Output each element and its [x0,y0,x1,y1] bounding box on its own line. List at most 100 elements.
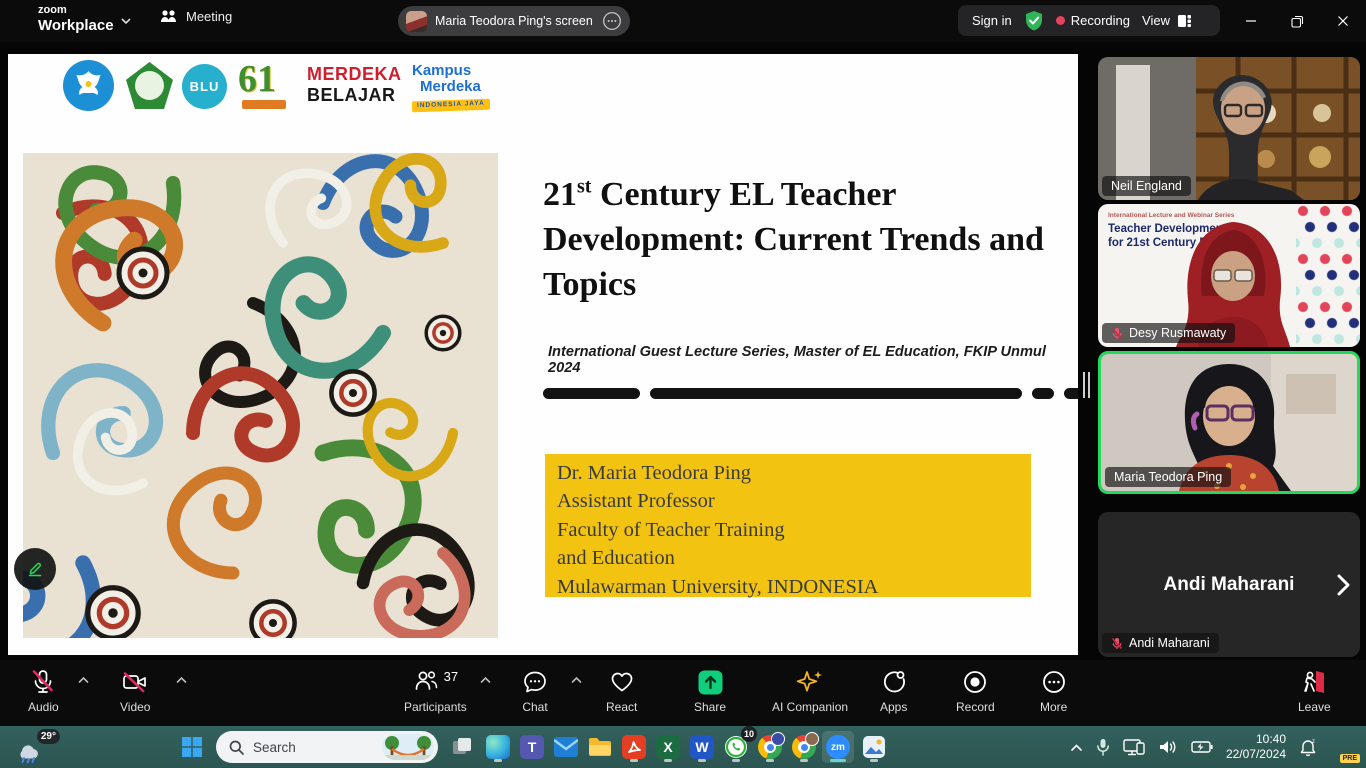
leave-button[interactable]: Leave [1298,668,1331,714]
copilot-pre-badge: PRE [1340,754,1360,763]
view-button[interactable]: View [1142,13,1192,28]
recording-dot-icon [1056,16,1065,25]
pencil-icon [25,559,45,579]
minimize-button[interactable] [1228,0,1274,42]
chat-label: Chat [522,700,547,714]
search-daily-image[interactable] [382,734,434,760]
whatsapp-icon[interactable]: 10 [720,731,752,763]
participant-name: Neil England [1111,179,1182,193]
zoom-app-icon[interactable]: zm [822,731,854,763]
belajar-word: BELAJAR [307,86,402,104]
tray-time: 10:40 [1226,732,1286,747]
participant-name: Maria Teodora Ping [1114,470,1222,484]
tray-expand-chevron-icon[interactable] [1070,743,1083,752]
taskbar-search[interactable]: Search [216,731,438,763]
divider-segment [1032,388,1054,399]
chat-options-chevron-icon[interactable] [571,676,582,684]
participant-name: Desy Rusmawaty [1129,326,1226,340]
apps-button[interactable]: Apps [880,668,907,714]
restore-button[interactable] [1274,0,1320,42]
audio-options-chevron-icon[interactable] [78,676,89,684]
record-button[interactable]: Record [956,668,995,714]
share-button[interactable]: Share [694,668,726,714]
kampus-merdeka-logo: Kampus Merdeka INDONESIA JAYA [412,63,490,111]
participant-tile-maria[interactable]: Maria Teodora Ping [1098,351,1360,494]
chat-button[interactable]: Chat [522,668,548,714]
file-explorer-icon[interactable] [584,731,616,763]
participant-tile-neil[interactable]: Neil England [1098,57,1360,200]
teams-icon[interactable]: T [516,731,548,763]
kampus-word: Kampus [412,63,490,78]
security-shield-icon[interactable] [1024,10,1044,32]
chrome-icon[interactable] [754,731,786,763]
tray-mic-icon[interactable] [1096,738,1110,756]
participant-tile-andi[interactable]: Andi Maharani Andi Maharani [1098,512,1360,657]
notification-bell-icon[interactable]: z [1299,738,1317,757]
share-screen-icon [697,669,724,696]
slide-subtitle: International Guest Lecture Series, Mast… [548,344,1048,376]
mail-icon[interactable] [550,731,582,763]
tab-meeting[interactable]: Meeting [160,9,232,24]
sidebar-resize-handle[interactable] [1081,367,1091,403]
photos-icon[interactable] [858,731,890,763]
video-label: Video [120,700,150,714]
recording-label: Recording [1071,13,1130,28]
annotate-button[interactable] [14,548,56,590]
slide-logo-row: BLU 61 MERDEKA BELAJAR Kampus Merdeka IN… [8,54,1078,124]
acrobat-icon[interactable] [618,731,650,763]
word-icon[interactable]: W [686,731,718,763]
sign-in-button[interactable]: Sign in [972,13,1012,28]
recording-indicator: Recording [1056,13,1130,28]
ai-sparkle-icon [795,669,825,696]
ai-companion-button[interactable]: AI Companion [772,668,848,714]
edge-icon[interactable] [482,731,514,763]
speaker-faculty-2: and Education [557,544,1019,572]
video-options-chevron-icon[interactable] [176,676,187,684]
task-view-icon [451,736,473,758]
tray-volume-icon[interactable] [1158,739,1178,755]
windows-logo-icon [181,736,203,758]
folder-icon [588,737,612,757]
chevron-down-icon[interactable] [120,15,132,27]
zoom-workplace-logo: zoom Workplace [38,5,114,33]
start-button[interactable] [176,731,208,763]
merdeka-word: MERDEKA [307,65,402,83]
chrome-profile2-icon[interactable] [788,731,820,763]
ministry-education-logo [63,60,114,111]
copilot-icon[interactable]: PRE [1330,734,1356,760]
audio-button[interactable]: Audio [28,668,59,714]
muted-mic-icon [1111,327,1123,340]
screen-options-ellipsis-icon[interactable] [602,11,622,31]
excel-icon[interactable]: X [652,731,684,763]
merdeka2-word: Merdeka [420,79,490,94]
video-button[interactable]: Video [120,668,150,714]
participant-name-tag: Maria Teodora Ping [1105,467,1231,487]
next-participants-chevron-icon[interactable] [1337,574,1350,596]
temperature-badge: 29° [37,729,60,744]
more-button[interactable]: More [1040,668,1067,714]
tab-shared-screen[interactable]: Maria Teodora Ping's screen [398,6,630,36]
participant-name-tag: Neil England [1102,176,1191,196]
react-button[interactable]: React [606,668,637,714]
slide-title: 21st Century EL Teacher Development: Cur… [543,172,1048,308]
apps-label: Apps [880,700,907,714]
windows-taskbar: 29° Search [0,726,1366,768]
weather-widget[interactable]: 29° [14,729,60,765]
brand-zoom: zoom [38,5,114,16]
video-muted-icon [121,669,149,695]
speaker-info-box: Dr. Maria Teodora Ping Assistant Profess… [545,454,1031,597]
task-view-button[interactable] [446,731,478,763]
tab-meeting-label: Meeting [186,9,232,24]
participant-tile-desy[interactable]: International Lecture and Webinar Series… [1098,204,1360,347]
view-label: View [1142,13,1170,28]
participants-button[interactable]: 37 Participants [404,668,467,714]
participant-name-tag: Desy Rusmawaty [1102,323,1235,343]
participants-options-chevron-icon[interactable] [480,676,491,684]
system-tray: 10:40 22/07/2024 z PRE [1070,726,1366,768]
tray-battery-icon[interactable] [1191,740,1213,754]
meeting-stage: BLU 61 MERDEKA BELAJAR Kampus Merdeka IN… [0,42,1366,660]
tray-clock[interactable]: 10:40 22/07/2024 [1226,732,1286,762]
close-button[interactable] [1320,0,1366,42]
tray-cast-display-icon[interactable] [1123,739,1145,756]
speaker-name: Dr. Maria Teodora Ping [557,459,1019,487]
